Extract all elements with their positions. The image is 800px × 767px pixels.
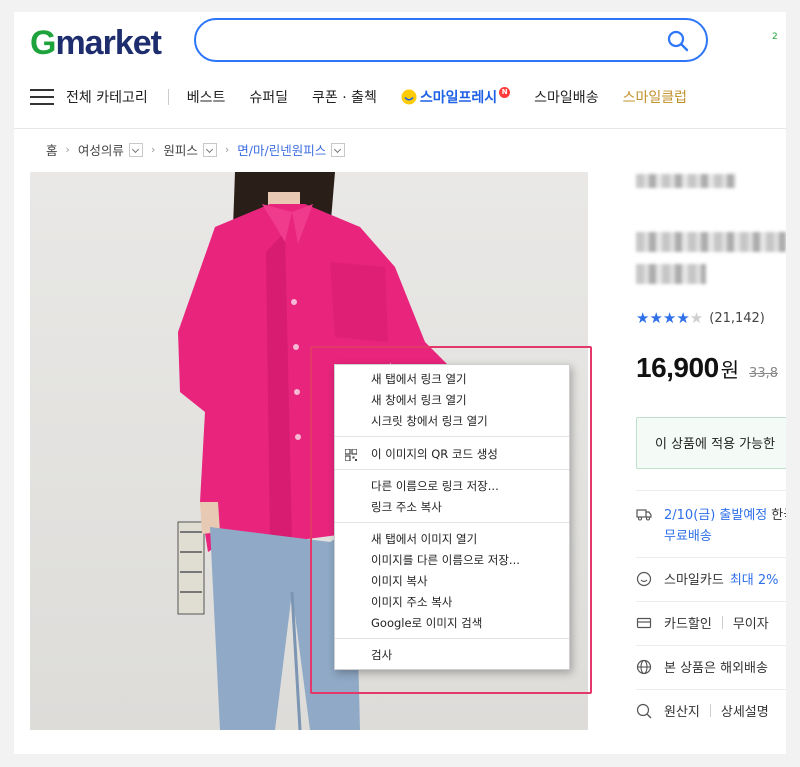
section-divider <box>636 490 786 491</box>
product-title-blurred <box>636 264 706 284</box>
chevron-down-icon[interactable] <box>331 142 346 157</box>
search-bar <box>194 18 708 62</box>
truck-icon <box>636 508 652 521</box>
header-edge-badge: 2 <box>772 32 778 42</box>
header-divider <box>14 128 786 129</box>
ctx-copy-image[interactable]: 이미지 복사 <box>335 571 569 591</box>
divider <box>709 704 711 717</box>
section-divider <box>636 645 786 646</box>
nav-coupon[interactable]: 쿠폰 · 출첵 <box>312 87 377 107</box>
main-nav: 전체 카테고리 베스트 슈퍼딜 쿠폰 · 출첵 스마일프레시 N 스마일배송 스… <box>30 82 786 112</box>
credit-card-icon <box>636 617 652 628</box>
card-discount-info[interactable]: 카드할인 무이자 <box>636 613 769 632</box>
rating-count: (21,142) <box>709 310 765 326</box>
product-rating[interactable]: ★★★★★ (21,142) <box>636 309 765 327</box>
smile-face-icon <box>401 89 417 105</box>
chevron-right-icon: › <box>150 143 156 156</box>
qr-code-icon <box>345 449 357 461</box>
breadcrumb: 홈 › 여성의류 › 원피스 › 면/마/린넨원피스 <box>46 140 346 159</box>
free-shipping-label: 무료배송 <box>664 529 712 544</box>
shipping-date: 2/10(금) 출발예정 <box>664 508 768 523</box>
breadcrumb-level1[interactable]: 여성의류 <box>78 140 124 159</box>
nav-divider <box>167 89 169 105</box>
ctx-save-image-as[interactable]: 이미지를 다른 이름으로 저장... <box>335 550 569 570</box>
chevron-right-icon: › <box>224 143 230 156</box>
chevron-right-icon: › <box>65 143 70 156</box>
smile-card-info[interactable]: 스마일카드 최대 2% <box>636 569 779 588</box>
card-installment-label: 무이자 <box>732 617 769 632</box>
nav-superdeal[interactable]: 슈퍼딜 <box>249 87 288 107</box>
card-discount-label: 카드할인 <box>664 617 712 632</box>
ctx-search-image-google[interactable]: Google로 이미지 검색 <box>335 613 569 633</box>
globe-icon <box>636 659 652 674</box>
store-name-blurred <box>636 174 736 188</box>
ctx-open-link-incognito[interactable]: 시크릿 창에서 링크 열기 <box>335 411 569 431</box>
rating-stars: ★★★★★ <box>636 309 704 327</box>
search-input[interactable] <box>214 28 654 52</box>
product-price: 16,900 원 33,8 <box>636 352 778 384</box>
new-badge: N <box>499 86 511 98</box>
nav-smile-delivery[interactable]: 스마일배송 <box>534 87 598 107</box>
menu-separator <box>335 469 569 470</box>
search-icon[interactable] <box>666 29 690 53</box>
all-categories-link[interactable]: 전체 카테고리 <box>66 87 148 107</box>
breadcrumb-level3[interactable]: 면/마/린넨원피스 <box>237 140 326 159</box>
ctx-create-qr-code[interactable]: 이 이미지의 QR 코드 생성 <box>335 444 569 464</box>
overseas-label: 본 상품은 해외배송 <box>664 661 768 676</box>
breadcrumb-level2[interactable]: 원피스 <box>163 140 198 159</box>
origin-label: 원산지 <box>664 705 700 720</box>
gmarket-product-page: Gmarket 2 전체 카테고리 베스트 슈퍼딜 쿠폰 · 출첵 스마일프레시… <box>14 12 786 754</box>
product-title-blurred <box>636 232 786 252</box>
coupon-text: 이 상품에 적용 가능한 <box>655 437 776 452</box>
smile-fresh-label: 스마일프레시 <box>419 90 498 106</box>
context-menu: 새 탭에서 링크 열기 새 창에서 링크 열기 시크릿 창에서 링크 열기 이 … <box>334 364 570 670</box>
overseas-info: 본 상품은 해외배송 <box>636 657 768 676</box>
original-price: 33,8 <box>749 366 778 381</box>
shipping-extra: 한국 <box>771 508 786 523</box>
ctx-save-link-as[interactable]: 다른 이름으로 링크 저장... <box>335 476 569 496</box>
breadcrumb-home[interactable]: 홈 <box>46 140 58 159</box>
nav-smile-club[interactable]: 스마일클럽 <box>623 87 687 107</box>
nav-best[interactable]: 베스트 <box>187 87 226 107</box>
hamburger-menu-icon[interactable] <box>30 87 54 107</box>
ctx-inspect[interactable]: 검사 <box>335 645 569 665</box>
ctx-open-image-new-tab[interactable]: 새 탭에서 이미지 열기 <box>335 529 569 549</box>
chevron-down-icon[interactable] <box>202 142 217 157</box>
smile-card-benefit: 최대 2% <box>729 573 779 588</box>
price-unit: 원 <box>720 358 740 382</box>
magnifier-icon <box>636 703 652 718</box>
section-divider <box>636 601 786 602</box>
origin-info[interactable]: 원산지 상세설명 <box>636 701 769 720</box>
ctx-open-link-new-window[interactable]: 새 창에서 링크 열기 <box>335 390 569 410</box>
shipping-info: 2/10(금) 출발예정 한국 <box>636 504 786 523</box>
divider <box>721 616 723 629</box>
free-shipping: 무료배송 <box>664 525 712 544</box>
nav-smile-fresh[interactable]: 스마일프레시 N <box>401 86 511 107</box>
menu-separator <box>335 522 569 523</box>
smile-card-icon <box>636 571 652 586</box>
gmarket-logo[interactable]: Gmarket <box>30 24 162 63</box>
chevron-down-icon[interactable] <box>128 142 143 157</box>
section-divider <box>636 689 786 690</box>
ctx-create-qr-code-label: 이 이미지의 QR 코드 생성 <box>371 447 498 461</box>
section-divider <box>636 557 786 558</box>
menu-separator <box>335 638 569 639</box>
smile-card-label: 스마일카드 <box>664 573 724 588</box>
ctx-copy-link-address[interactable]: 링크 주소 복사 <box>335 497 569 517</box>
menu-separator <box>335 436 569 437</box>
price-value: 16,900 <box>636 352 719 383</box>
ctx-open-link-new-tab[interactable]: 새 탭에서 링크 열기 <box>335 369 569 389</box>
coupon-banner[interactable]: 이 상품에 적용 가능한 <box>636 417 786 469</box>
detail-label: 상세설명 <box>720 705 769 720</box>
ctx-copy-image-address[interactable]: 이미지 주소 복사 <box>335 592 569 612</box>
